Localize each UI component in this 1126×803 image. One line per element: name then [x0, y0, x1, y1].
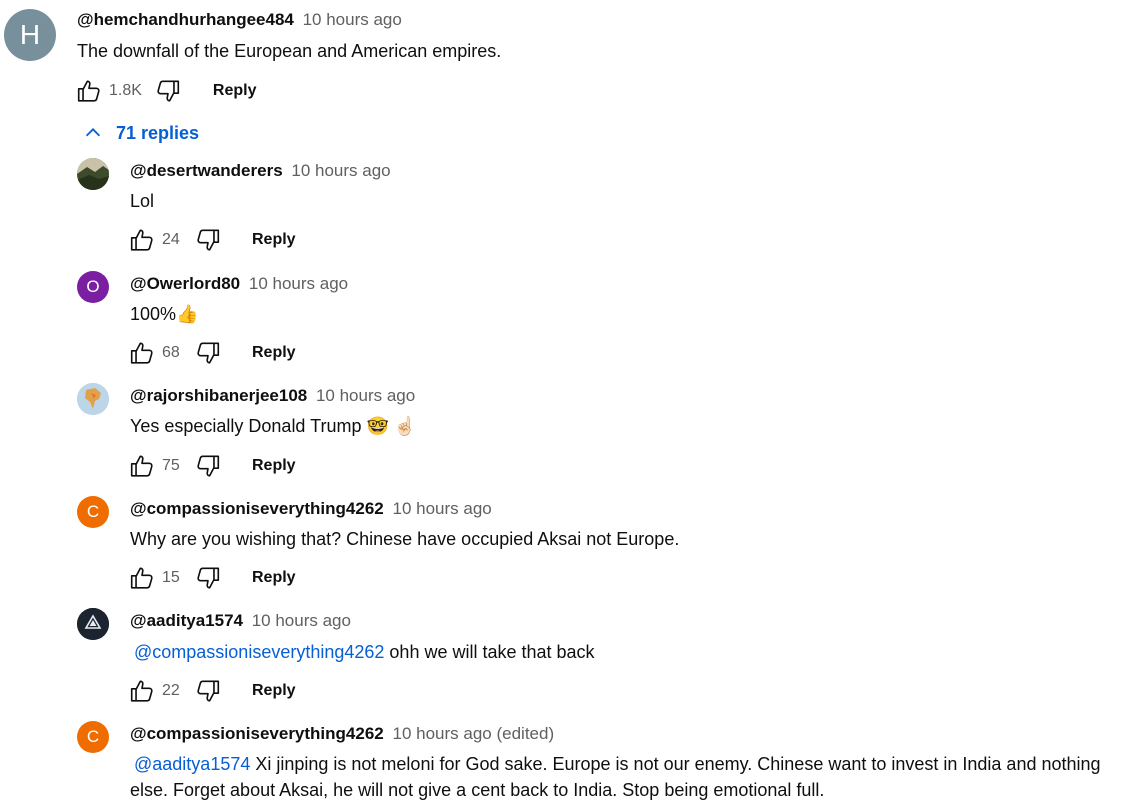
like-count: 68: [162, 344, 180, 361]
reply-button[interactable]: Reply: [252, 569, 296, 587]
thumbs-up-icon: [129, 565, 155, 591]
edited-label: (edited): [496, 724, 555, 743]
like-count: 75: [162, 457, 180, 474]
comment-actions: 22 Reply: [128, 676, 296, 706]
comment-text: @aaditya1574 Xi jinping is not meloni fo…: [130, 751, 1120, 803]
avatar[interactable]: O: [77, 271, 109, 303]
comment-actions: 15 Reply: [128, 563, 296, 593]
comment-actions: 68 Reply: [128, 338, 296, 368]
dislike-button[interactable]: [194, 452, 222, 480]
like-button[interactable]: [75, 77, 103, 105]
comment-actions: 75 Reply: [128, 451, 296, 481]
dislike-button[interactable]: [194, 226, 222, 254]
author-name[interactable]: @rajorshibanerjee108: [130, 386, 307, 405]
comment-text: The downfall of the European and America…: [77, 41, 502, 61]
mention-link[interactable]: @aaditya1574: [134, 754, 250, 774]
like-button[interactable]: [128, 564, 156, 592]
avatar[interactable]: C: [77, 721, 109, 753]
comment-actions: 24 Reply: [128, 225, 296, 255]
avatar[interactable]: [77, 158, 109, 190]
timestamp[interactable]: 10 hours ago: [291, 161, 390, 180]
comment-text: Why are you wishing that? Chinese have o…: [130, 529, 680, 549]
thumbs-down-icon: [195, 340, 221, 366]
author-name[interactable]: @Owerlord80: [130, 274, 240, 293]
mention-link[interactable]: @compassioniseverything4262: [134, 642, 384, 662]
dislike-button[interactable]: [194, 677, 222, 705]
avatar[interactable]: H: [4, 9, 56, 61]
comment-text: Yes especially Donald Trump 🤓 ☝🏻: [130, 416, 417, 436]
landscape-photo-icon: [77, 158, 109, 190]
thumbs-down-icon: [195, 227, 221, 253]
comment-header: @rajorshibanerjee108 10 hours ago: [130, 386, 415, 406]
author-name[interactable]: @compassioniseverything4262: [130, 499, 384, 518]
author-name[interactable]: @hemchandhurhangee484: [77, 10, 294, 29]
map-photo-icon: [77, 383, 109, 415]
timestamp[interactable]: 10 hours ago: [249, 274, 348, 293]
comment-text: Lol: [130, 191, 155, 211]
comment-header: @compassioniseverything4262 10 hours ago…: [130, 724, 554, 744]
comment-header: @Owerlord80 10 hours ago: [130, 274, 348, 294]
thumbs-up-icon: [76, 78, 102, 104]
comment-header: @compassioniseverything4262 10 hours ago: [130, 499, 492, 519]
logo-icon: [77, 608, 109, 640]
comment-header: @desertwanderers 10 hours ago: [130, 161, 391, 181]
timestamp[interactable]: 10 hours ago: [252, 611, 351, 630]
dislike-button[interactable]: [194, 564, 222, 592]
comment-body: Xi jinping is not meloni for God sake. E…: [130, 754, 1101, 800]
comment-header: @aaditya1574 10 hours ago: [130, 611, 351, 631]
author-name[interactable]: @desertwanderers: [130, 161, 283, 180]
dislike-button[interactable]: [154, 77, 182, 105]
chevron-up-icon: [85, 128, 101, 137]
reply-button[interactable]: Reply: [252, 344, 296, 362]
comment-body: ohh we will take that back: [384, 642, 595, 662]
avatar[interactable]: C: [77, 496, 109, 528]
replies-toggle-button[interactable]: 71 replies: [82, 122, 199, 144]
like-count: 24: [162, 231, 180, 248]
like-button[interactable]: [128, 339, 156, 367]
thumbs-up-icon: [129, 678, 155, 704]
like-button[interactable]: [128, 677, 156, 705]
thumbs-up-icon: [129, 340, 155, 366]
thumbs-up-icon: [129, 453, 155, 479]
comment-header: @hemchandhurhangee484 10 hours ago: [77, 10, 402, 30]
author-name[interactable]: @aaditya1574: [130, 611, 243, 630]
reply-button[interactable]: Reply: [252, 682, 296, 700]
avatar[interactable]: [77, 608, 109, 640]
comment-actions: 1.8K Reply: [75, 76, 257, 106]
like-count: 15: [162, 569, 180, 586]
timestamp[interactable]: 10 hours ago: [303, 10, 402, 29]
dislike-button[interactable]: [194, 339, 222, 367]
comment-text: @compassioniseverything4262 ohh we will …: [130, 639, 1120, 665]
reply-button[interactable]: Reply: [252, 457, 296, 475]
author-name[interactable]: @compassioniseverything4262: [130, 724, 384, 743]
thumbs-up-icon: [129, 227, 155, 253]
like-count: 1.8K: [109, 82, 142, 99]
timestamp[interactable]: 10 hours ago: [392, 724, 491, 743]
avatar[interactable]: [77, 383, 109, 415]
like-button[interactable]: [128, 452, 156, 480]
replies-count-label: 71 replies: [116, 122, 200, 143]
like-count: 22: [162, 682, 180, 699]
reply-button[interactable]: Reply: [213, 82, 257, 100]
thumbs-down-icon: [195, 565, 221, 591]
thumbs-down-icon: [195, 453, 221, 479]
comment-text: 100%👍: [130, 304, 199, 324]
reply-button[interactable]: Reply: [252, 231, 296, 249]
timestamp[interactable]: 10 hours ago: [392, 499, 491, 518]
thumbs-down-icon: [195, 678, 221, 704]
like-button[interactable]: [128, 226, 156, 254]
timestamp[interactable]: 10 hours ago: [316, 386, 415, 405]
thumbs-down-icon: [155, 78, 181, 104]
